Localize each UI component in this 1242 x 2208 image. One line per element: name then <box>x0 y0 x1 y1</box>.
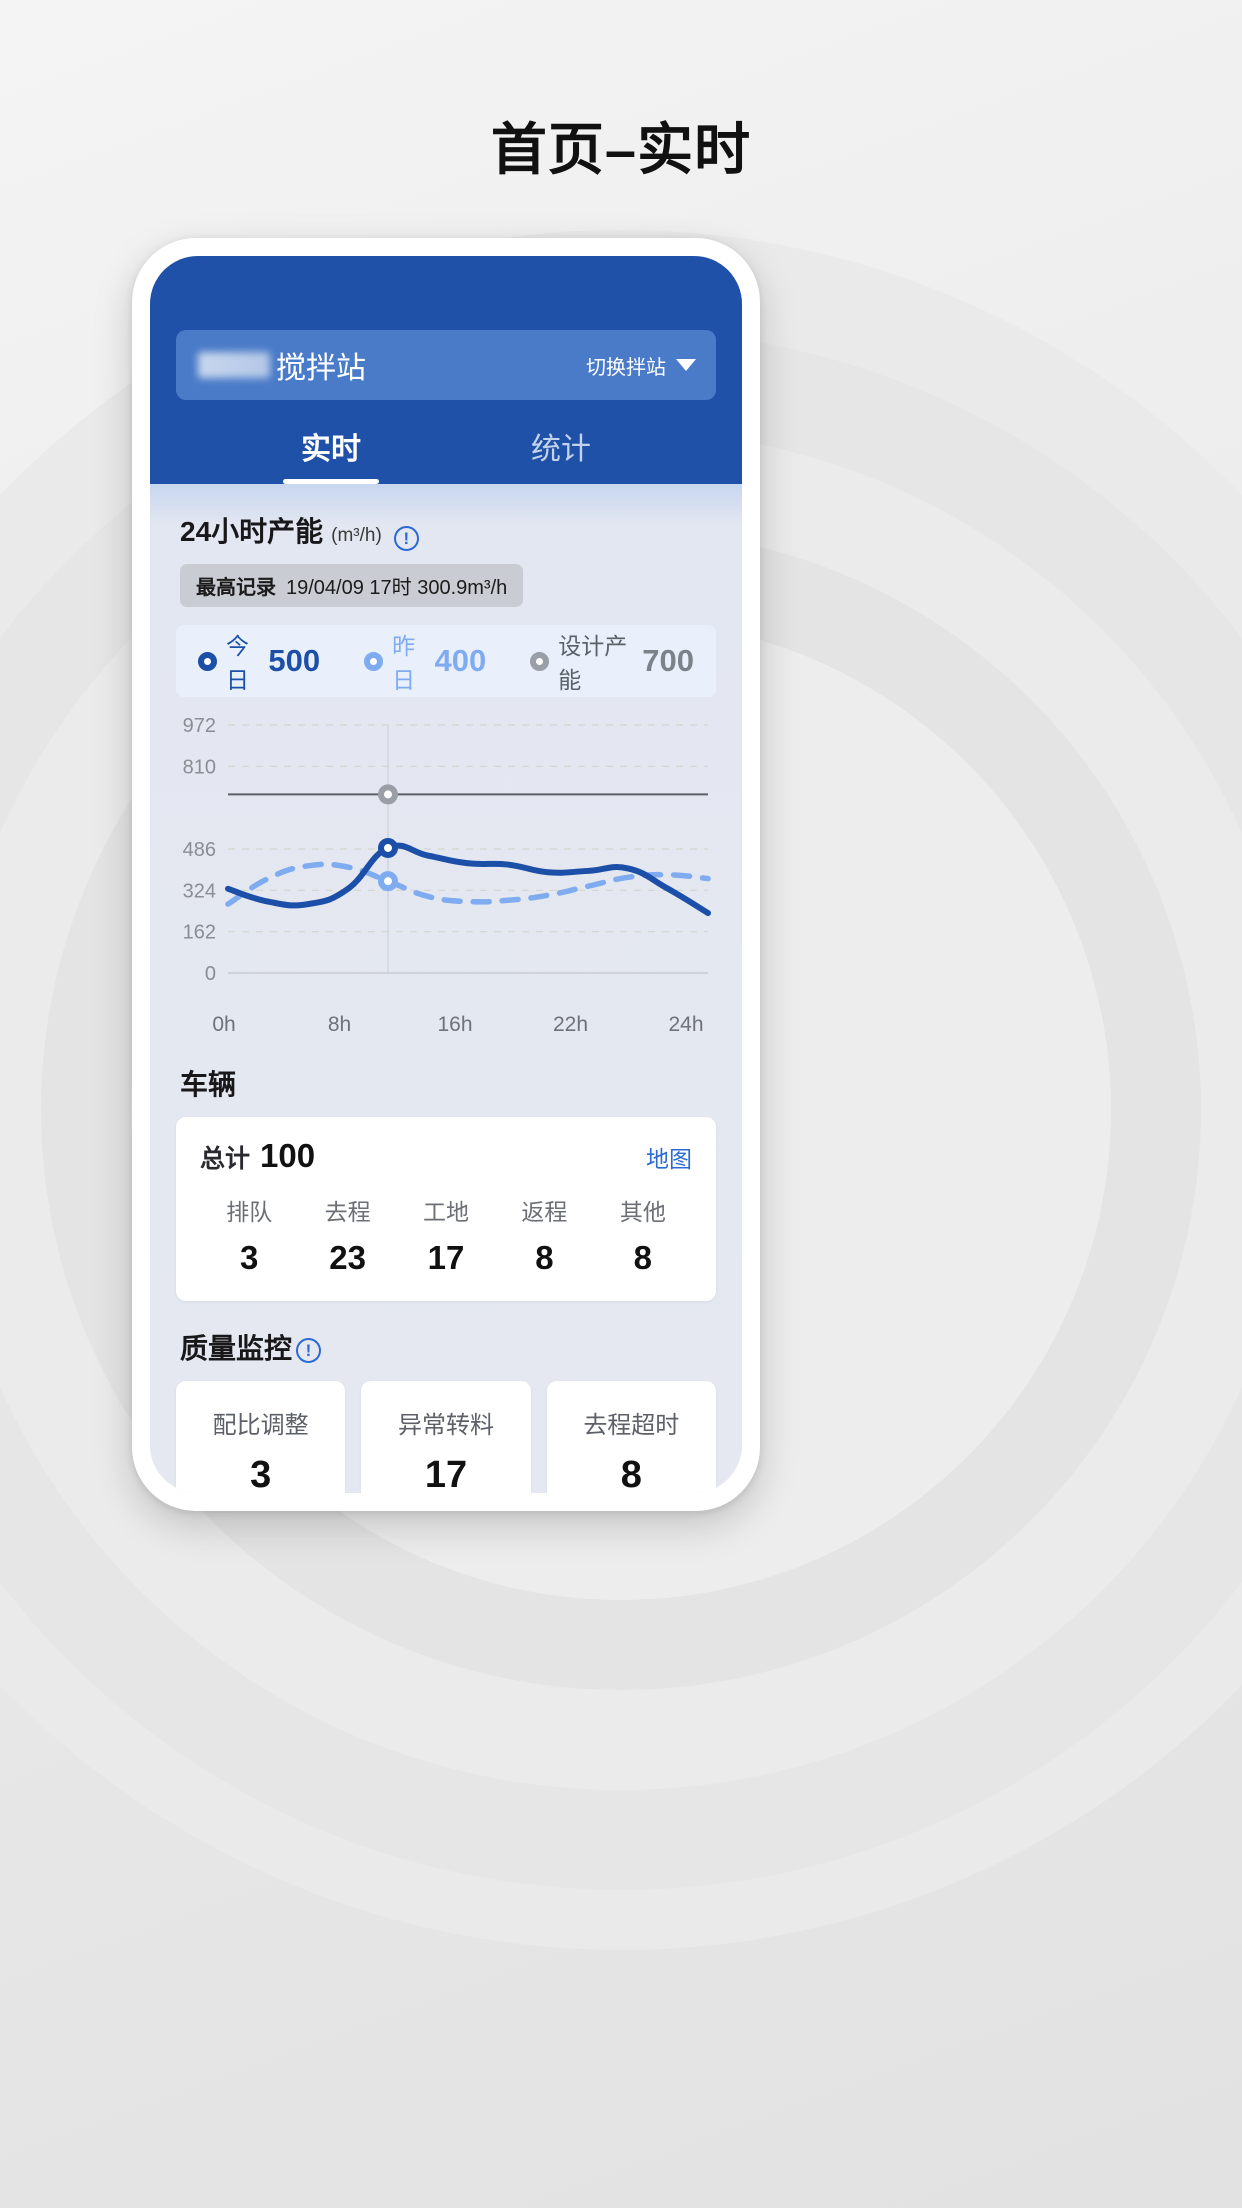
legend-value-today: 500 <box>268 643 321 678</box>
vehicle-stat[interactable]: 排队 3 <box>200 1193 298 1277</box>
quality-card[interactable]: 配比调整 3 <box>176 1381 346 1493</box>
capacity-info-icon[interactable]: ! <box>393 526 419 551</box>
station-name-redacted <box>198 352 270 378</box>
switch-station-label: 切换拌站 <box>586 356 666 379</box>
vehicle-stat-label: 其他 <box>619 1199 666 1225</box>
capacity-section-header: 24小时产能 (m³/h) ! <box>150 484 742 551</box>
capacity-chart-svg: 972 810 486 324 162 0 <box>183 715 711 985</box>
quality-cards-row: 配比调整 3 异常转料 17 去程超时 8 <box>176 1381 716 1493</box>
quality-card-value: 8 <box>620 1454 642 1493</box>
capacity-unit: (m³/h) <box>331 525 382 546</box>
legend-label-yesterday: 昨日 <box>392 633 416 693</box>
svg-text:0: 0 <box>205 963 216 985</box>
quality-card[interactable]: 异常转料 17 <box>361 1381 531 1493</box>
vehicle-stat-value: 8 <box>535 1239 554 1276</box>
vehicle-stat-value: 23 <box>329 1239 366 1276</box>
max-record-value: 19/04/09 17时 300.9m³/h <box>286 577 508 599</box>
legend-item-today[interactable]: 今日 500 <box>198 627 320 695</box>
tab-realtime[interactable]: 实时 <box>271 424 391 484</box>
chart-x-tick: 8h <box>327 1013 352 1036</box>
vehicles-stats-row: 排队 3 去程 23 工地 17 返程 8 其他 8 <box>200 1193 692 1277</box>
quality-card-label: 配比调整 <box>212 1412 309 1439</box>
legend-dot-yesterday-icon <box>364 651 384 671</box>
vehicle-stat-label: 返程 <box>521 1199 568 1225</box>
vehicle-stat[interactable]: 去程 23 <box>298 1193 396 1277</box>
chart-x-tick: 24h <box>668 1013 704 1036</box>
chart-x-tick: 0h <box>212 1013 236 1036</box>
capacity-title: 24小时产能 <box>180 516 324 547</box>
quality-section-title: 质量监控 <box>180 1333 293 1364</box>
quality-card[interactable]: 去程超时 8 <box>546 1381 716 1493</box>
legend-label-design: 设计产能 <box>558 633 628 693</box>
quality-card-value: 17 <box>424 1454 468 1493</box>
chart-gridlines <box>228 724 708 974</box>
svg-text:972: 972 <box>183 715 216 737</box>
chevron-down-icon <box>676 359 696 371</box>
station-name: 搅拌站 <box>276 352 366 385</box>
chart-x-tick: 22h <box>552 1013 589 1036</box>
vehicle-stat-value: 8 <box>633 1239 652 1276</box>
switch-station-button[interactable]: 切换拌站 <box>586 351 696 380</box>
quality-card-label: 去程超时 <box>583 1412 680 1439</box>
svg-text:486: 486 <box>183 839 216 861</box>
vehicles-total-value: 100 <box>260 1137 316 1174</box>
phone-frame: 搅拌站 切换拌站 实时 统计 24小时产能 (m³/h) ! 最高记录 19/0… <box>132 238 760 1511</box>
tab-statistics[interactable]: 统计 <box>501 424 621 484</box>
legend-label-today: 今日 <box>226 633 249 693</box>
vehicle-stat-value: 3 <box>240 1239 259 1276</box>
station-name-group: 搅拌站 <box>198 343 586 387</box>
vehicles-card-header: 总计 100 地图 <box>200 1137 692 1175</box>
vehicle-stat-value: 17 <box>427 1239 465 1276</box>
svg-text:162: 162 <box>183 922 216 944</box>
tab-bar: 实时 统计 <box>150 400 742 484</box>
vehicles-total-label: 总计 <box>200 1145 251 1173</box>
svg-text:324: 324 <box>183 880 216 902</box>
chart-legend: 今日 500 昨日 400 设计产能 700 <box>176 625 716 697</box>
app-header: 搅拌站 切换拌站 实时 统计 <box>150 256 742 484</box>
chart-today-line <box>225 842 711 917</box>
station-selector-bar[interactable]: 搅拌站 切换拌站 <box>176 330 716 400</box>
quality-card-value: 3 <box>250 1454 272 1493</box>
vehicle-stat-label: 工地 <box>423 1199 470 1225</box>
legend-value-design: 700 <box>642 643 695 678</box>
phone-screen: 搅拌站 切换拌站 实时 统计 24小时产能 (m³/h) ! 最高记录 19/0… <box>150 256 742 1493</box>
legend-dot-today-icon <box>198 651 217 671</box>
legend-item-yesterday[interactable]: 昨日 400 <box>364 627 486 695</box>
legend-item-design[interactable]: 设计产能 700 <box>530 627 694 695</box>
vehicle-stat-label: 排队 <box>226 1199 273 1225</box>
page-title: 首页–实时 <box>490 118 752 181</box>
svg-text:810: 810 <box>183 756 216 778</box>
vehicle-stat[interactable]: 工地 17 <box>397 1193 495 1277</box>
max-record-label: 最高记录 <box>196 577 276 599</box>
chart-y-tick-labels: 972 810 486 324 162 0 <box>183 715 216 985</box>
chart-x-tick-labels: 0h 8h 16h 22h 24h <box>150 1011 742 1037</box>
vehicle-stat[interactable]: 其他 8 <box>594 1193 692 1277</box>
legend-value-yesterday: 400 <box>434 643 487 678</box>
legend-dot-design-icon <box>530 651 550 671</box>
vehicles-card: 总计 100 地图 排队 3 去程 23 工地 17 返程 8 其他 8 <box>176 1117 716 1301</box>
capacity-chart[interactable]: 972 810 486 324 162 0 <box>150 711 742 1011</box>
quality-card-label: 异常转料 <box>397 1412 494 1439</box>
max-record-badge: 最高记录 19/04/09 17时 300.9m³/h <box>180 564 524 607</box>
quality-info-icon[interactable]: ! <box>296 1337 322 1363</box>
main-content: 24小时产能 (m³/h) ! 最高记录 19/04/09 17时 300.9m… <box>150 484 742 1493</box>
quality-section-title-row: 质量监控 ! <box>150 1301 742 1367</box>
chart-x-tick: 16h <box>437 1013 473 1036</box>
vehicle-stat-label: 去程 <box>324 1199 371 1225</box>
vehicle-stat[interactable]: 返程 8 <box>495 1193 593 1277</box>
vehicles-map-link[interactable]: 地图 <box>646 1140 692 1174</box>
vehicles-section-title: 车辆 <box>180 1069 237 1100</box>
